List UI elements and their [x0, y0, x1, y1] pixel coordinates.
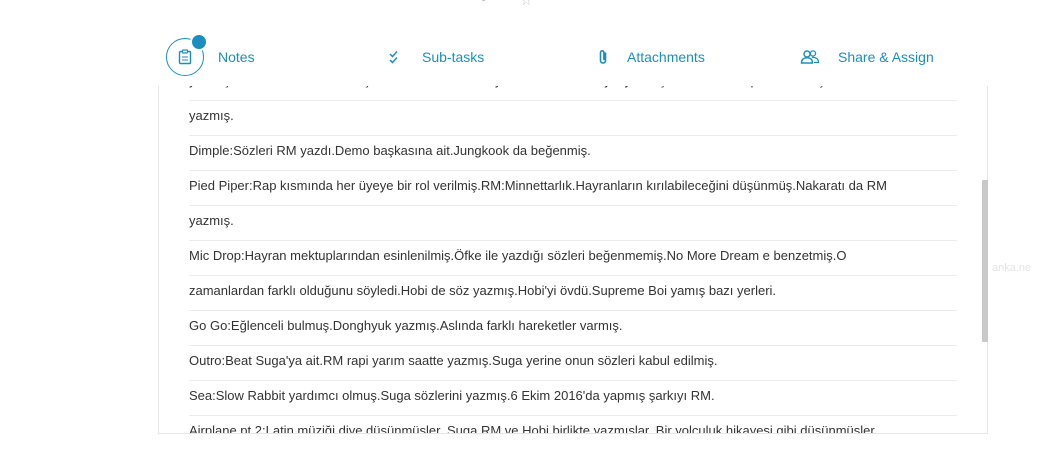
note-line: yazmış.	[189, 206, 957, 241]
notification-dot	[190, 33, 208, 51]
scrollbar-thumb[interactable]	[982, 180, 988, 342]
background-text: anka.ne	[992, 262, 1032, 274]
note-line: Airplane pt.2:Latin müziği diye düşünmüş…	[189, 416, 957, 433]
tab-share-assign[interactable]: Share & Assign	[800, 32, 934, 82]
note-line: Pied Piper:Rap kısmında her üyeye bir ro…	[189, 171, 957, 206]
tab-attachments-label: Attachments	[627, 49, 705, 65]
clock-icon: ◔	[478, 0, 487, 8]
clipboard-icon	[178, 49, 192, 65]
tab-subtasks-label: Sub-tasks	[422, 49, 485, 65]
tab-subtasks[interactable]: Sub-tasks	[388, 32, 484, 82]
notes-text-area[interactable]: yazmış RM."Gamzelerin oldukça sade.ve sa…	[159, 86, 987, 433]
users-icon	[800, 50, 820, 64]
tab-bar: Notes Sub-tasks Attachments Share & Assi…	[160, 32, 990, 82]
paperclip-icon	[599, 50, 607, 64]
notes-panel[interactable]: yazmış RM."Gamzelerin oldukça sade.ve sa…	[158, 86, 988, 434]
checklist-icon	[389, 50, 398, 64]
tab-attachments[interactable]: Attachments	[597, 32, 705, 82]
note-line: Outro:Beat Suga'ya ait.RM rapi yarım saa…	[189, 346, 957, 381]
note-line: zamanlardan farklı olduğunu söyledi.Hobi…	[189, 276, 957, 311]
note-line: Dimple:Sözleri RM yazdı.Demo başkasına a…	[189, 136, 957, 171]
note-line: yazmış.	[189, 101, 957, 136]
tab-notes[interactable]: Notes	[166, 32, 255, 82]
star-icon: ☆	[520, 0, 533, 8]
note-line: Go Go:Eğlenceli bulmuş.Donghyuk yazmış.A…	[189, 311, 957, 346]
note-line: yazmış RM."Gamzelerin oldukça sade.ve sa…	[189, 86, 957, 101]
notes-icon-circle	[166, 33, 208, 76]
tab-notes-label: Notes	[218, 49, 255, 65]
note-line: Sea:Slow Rabbit yardımcı olmuş.Suga sözl…	[189, 381, 957, 416]
tab-share-assign-label: Share & Assign	[838, 49, 934, 65]
note-line: Mic Drop:Hayran mektuplarından esinlenil…	[189, 241, 957, 276]
top-strip: ◔ ☆	[0, 0, 1043, 8]
